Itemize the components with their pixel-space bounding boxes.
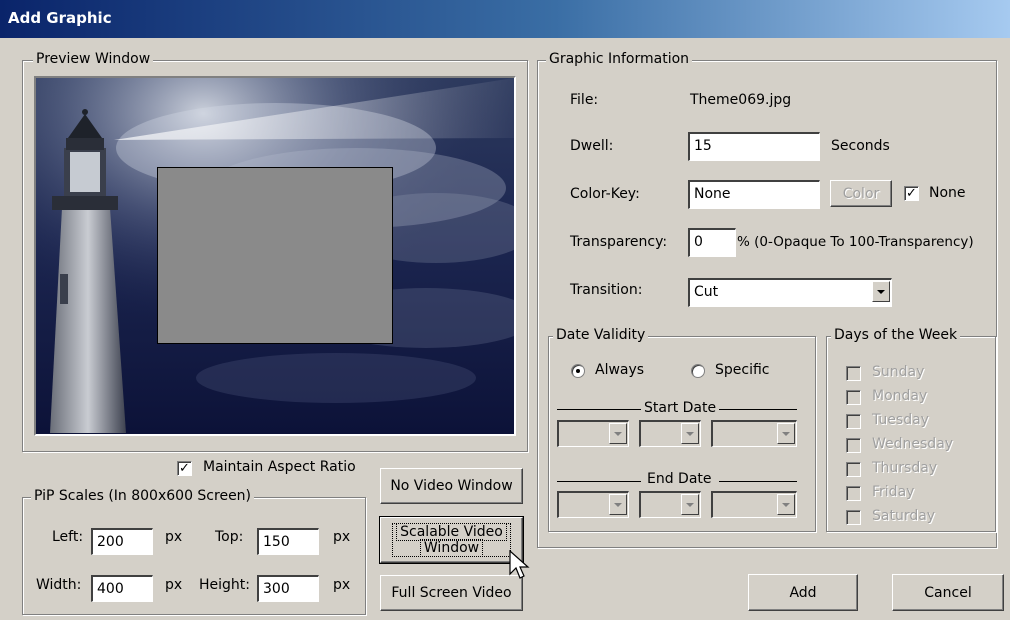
end-date-month-select[interactable] [557,491,629,518]
day-label-thursday: Thursday [872,460,938,476]
pip-height-label: Height: [199,577,250,593]
scalable-video-window-line2: Window [419,539,484,557]
colorkey-input[interactable]: None [688,180,820,209]
day-label-wednesday: Wednesday [872,436,954,452]
day-checkbox-thursday[interactable] [846,462,861,477]
colorkey-label: Color-Key: [570,186,640,202]
maintain-aspect-ratio-label: Maintain Aspect Ratio [203,459,356,475]
pip-left-label: Left: [52,529,84,545]
date-validity-legend: Date Validity [553,327,649,343]
end-date-rule-left [557,481,641,482]
add-button[interactable]: Add [748,574,858,611]
scalable-video-window-label: Scalable Video Window [392,523,511,557]
no-video-window-button[interactable]: No Video Window [380,468,523,504]
day-label-tuesday: Tuesday [872,412,929,428]
no-video-window-label: No Video Window [390,478,513,494]
pip-width-input[interactable]: 400 [91,575,153,602]
transition-label: Transition: [570,282,643,298]
color-button-label: Color [842,185,880,202]
transition-selected-value: Cut [694,284,719,300]
pip-height-unit: px [333,577,351,593]
transparency-label: Transparency: [570,234,668,250]
maintain-aspect-ratio-checkbox[interactable]: ✓ [177,461,192,476]
day-checkbox-monday[interactable] [846,390,861,405]
window-title: Add Graphic [8,9,112,27]
pip-width-label: Width: [36,577,82,593]
pip-top-unit: px [333,529,351,545]
graphic-information-legend: Graphic Information [546,51,693,67]
title-bar[interactable]: Add Graphic [0,0,1010,38]
pip-rectangle[interactable] [157,167,393,344]
pip-top-input[interactable]: 150 [257,528,319,555]
full-screen-video-label: Full Screen Video [391,585,512,601]
pip-scales-legend: PiP Scales (In 800x600 Screen) [31,488,255,504]
dwell-unit: Seconds [831,138,890,154]
pip-left-unit: px [165,529,183,545]
pip-left-input[interactable]: 200 [91,528,153,555]
file-label: File: [570,92,599,108]
start-date-label: Start Date [644,400,717,416]
day-checkbox-friday[interactable] [846,486,861,501]
end-date-day-select[interactable] [639,491,701,518]
end-date-year-select[interactable] [711,491,797,518]
pip-top-label: Top: [215,529,244,545]
chevron-down-icon[interactable] [777,494,795,515]
day-checkbox-wednesday[interactable] [846,438,861,453]
chevron-down-icon[interactable] [609,423,627,444]
always-label: Always [595,362,645,378]
full-screen-video-button[interactable]: Full Screen Video [380,575,523,611]
preview-window-legend: Preview Window [33,51,154,67]
start-date-month-select[interactable] [557,420,629,447]
file-value: Theme069.jpg [690,92,792,108]
day-checkbox-saturday[interactable] [846,510,861,525]
start-date-year-select[interactable] [711,420,797,447]
specific-label: Specific [715,362,770,378]
cancel-button-label: Cancel [924,584,972,601]
dwell-input[interactable]: 15 [688,132,820,161]
pip-width-unit: px [165,577,183,593]
day-checkbox-tuesday[interactable] [846,414,861,429]
dwell-label: Dwell: [570,138,614,154]
end-date-rule-right [719,481,797,482]
color-button[interactable]: Color [830,180,892,207]
day-label-monday: Monday [872,388,928,404]
chevron-down-icon[interactable] [872,281,890,302]
days-of-week-legend: Days of the Week [831,327,961,343]
specific-radio[interactable] [691,364,705,378]
start-date-rule-left [557,409,641,410]
transparency-hint: % (0-Opaque To 100-Transparency) [737,234,974,250]
end-date-label: End Date [647,471,712,487]
chevron-down-icon[interactable] [681,423,699,444]
start-date-day-select[interactable] [639,420,701,447]
chevron-down-icon[interactable] [777,423,795,444]
add-button-label: Add [789,584,817,601]
day-label-friday: Friday [872,484,915,500]
pip-height-input[interactable]: 300 [257,575,319,602]
colorkey-none-label: None [929,185,966,201]
transition-select[interactable]: Cut [688,278,892,307]
chevron-down-icon[interactable] [681,494,699,515]
always-radio[interactable] [571,364,585,378]
day-label-sunday: Sunday [872,364,925,380]
chevron-down-icon[interactable] [609,494,627,515]
start-date-rule-right [719,409,797,410]
mouse-cursor-icon [509,550,530,579]
day-checkbox-sunday[interactable] [846,366,861,381]
day-label-saturday: Saturday [872,508,936,524]
scalable-video-window-button[interactable]: Scalable Video Window [379,516,524,564]
transparency-input[interactable]: 0 [688,228,736,257]
cancel-button[interactable]: Cancel [892,574,1004,611]
colorkey-none-checkbox[interactable]: ✓ [904,186,919,201]
